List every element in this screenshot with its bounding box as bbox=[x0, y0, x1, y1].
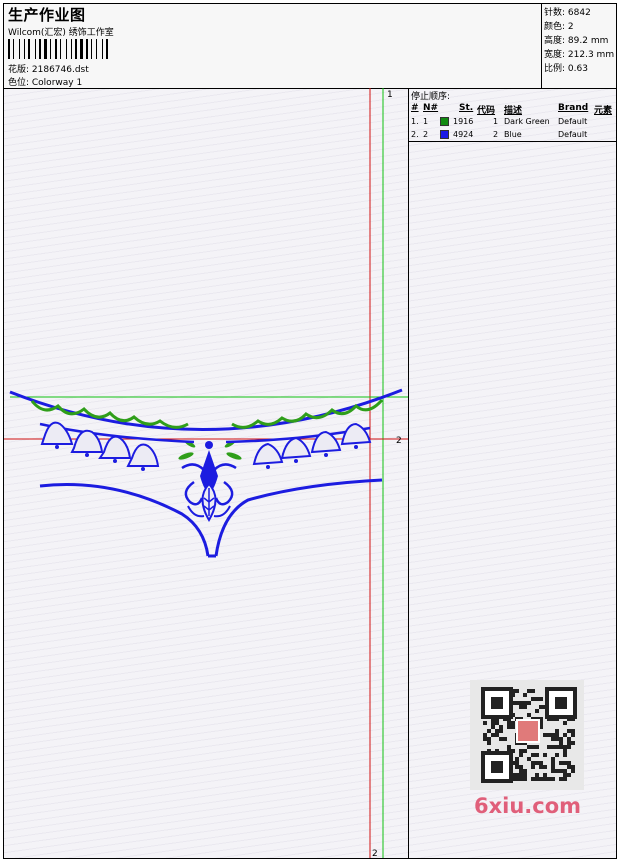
design-stats: 针数: 6842 颜色: 2 高度: 89.2 mm 宽度: 212.3 mm … bbox=[541, 4, 616, 88]
guide-label-1: 1 bbox=[387, 90, 393, 100]
stat-height: 高度: 89.2 mm bbox=[544, 36, 609, 46]
green-scallops bbox=[30, 398, 384, 429]
company-name: Wilcom(汇宏) 绣饰工作室 bbox=[8, 28, 114, 38]
lower-outline-right bbox=[214, 478, 383, 557]
page-title: 生产作业图 bbox=[8, 6, 86, 24]
col-brand: Brand bbox=[558, 103, 589, 113]
qr-code bbox=[470, 680, 584, 790]
col-element: 元素 bbox=[594, 106, 613, 116]
stat-width: 宽度: 212.3 mm bbox=[544, 50, 615, 60]
stat-colors: 颜色: 2 bbox=[544, 22, 574, 32]
col-stitches: St. bbox=[459, 103, 474, 113]
guide-label-2-bottom: 2 bbox=[372, 849, 378, 858]
col-desc: 描述 bbox=[504, 106, 523, 116]
watermark-logo: 6xiu.com bbox=[474, 794, 582, 818]
stop-sequence-title: 停止顺序: bbox=[411, 92, 451, 102]
design-file: 花版: 2186746.dst bbox=[8, 65, 89, 75]
production-sheet: 生产作业图 Wilcom(汇宏) 绣饰工作室 花版: 2186746.dst 色… bbox=[3, 3, 617, 859]
color-swatch bbox=[440, 130, 449, 139]
col-n: N# bbox=[423, 103, 439, 113]
col-code: 代码 bbox=[477, 106, 496, 116]
embroidery-design: 1 2 2 bbox=[4, 88, 408, 858]
stop-sequence-panel: 停止顺序: # N# St. 代码 描述 Brand 元素 1. 1 1916 … bbox=[409, 88, 616, 142]
sheet-header: 生产作业图 Wilcom(汇宏) 绣饰工作室 花版: 2186746.dst 色… bbox=[4, 4, 616, 89]
colorway: 色位: Colorway 1 bbox=[8, 78, 83, 88]
lower-outline-left bbox=[39, 483, 210, 557]
stat-stitches: 针数: 6842 bbox=[544, 8, 591, 18]
barcode bbox=[8, 39, 144, 59]
qr-code-graphic bbox=[481, 687, 577, 783]
col-num: # bbox=[411, 103, 419, 113]
color-swatch bbox=[440, 117, 449, 126]
guide-label-2: 2 bbox=[396, 436, 402, 446]
top-band bbox=[9, 388, 403, 431]
stat-scale: 比例: 0.63 bbox=[544, 64, 588, 74]
design-canvas: 1 2 2 bbox=[4, 88, 409, 858]
